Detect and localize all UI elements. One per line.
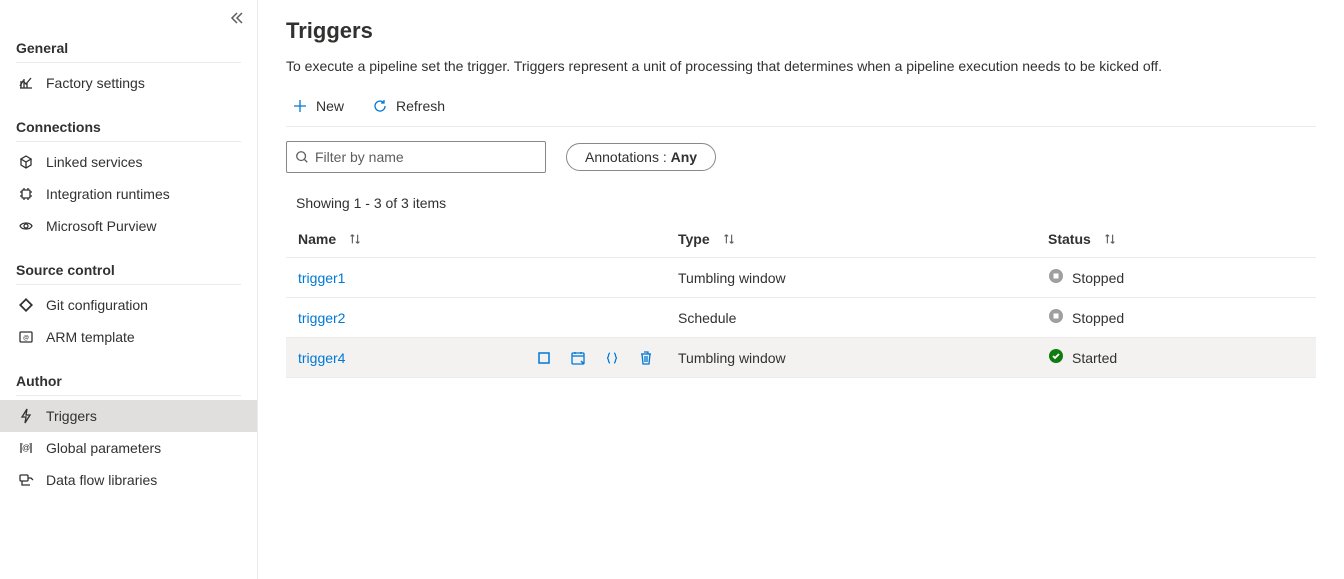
sidebar-item-label: Global parameters — [46, 440, 161, 456]
new-button[interactable]: New — [286, 94, 350, 118]
sort-icon — [722, 232, 736, 246]
sidebar-heading-general: General — [16, 40, 241, 56]
filter-input[interactable] — [315, 149, 537, 165]
sidebar-item-factory-settings[interactable]: Factory settings — [0, 67, 257, 99]
bolt-icon — [16, 408, 36, 424]
type-cell: Tumbling window — [678, 270, 1048, 286]
collapse-sidebar-icon[interactable] — [229, 10, 245, 29]
page-title: Triggers — [286, 18, 1316, 44]
refresh-button[interactable]: Refresh — [366, 94, 451, 118]
main-content: Triggers To execute a pipeline set the t… — [258, 0, 1344, 579]
column-header-type[interactable]: Type — [678, 231, 1048, 247]
sidebar-item-label: Triggers — [46, 408, 97, 424]
svg-text:@: @ — [22, 444, 30, 453]
type-cell: Tumbling window — [678, 350, 1048, 366]
toolbar: New Refresh — [286, 94, 1316, 118]
annotations-label: Annotations : — [585, 149, 671, 165]
column-header-status[interactable]: Status — [1048, 231, 1304, 247]
sidebar-heading-author: Author — [16, 373, 241, 389]
sidebar-item-global-parameters[interactable]: @ Global parameters — [0, 432, 257, 464]
trigger-name-link[interactable]: trigger4 — [298, 350, 345, 366]
stopped-icon — [1048, 268, 1064, 287]
showing-text: Showing 1 - 3 of 3 items — [286, 195, 1316, 211]
sidebar-item-label: Integration runtimes — [46, 186, 170, 202]
column-label: Status — [1048, 231, 1091, 247]
svg-text:@: @ — [23, 336, 29, 342]
delete-icon[interactable] — [638, 350, 654, 366]
status-cell: Stopped — [1048, 268, 1304, 287]
type-cell: Schedule — [678, 310, 1048, 326]
row-actions — [536, 350, 654, 366]
schedule-icon[interactable] — [570, 350, 586, 366]
arm-icon: @ — [16, 329, 36, 345]
status-cell: Stopped — [1048, 308, 1304, 327]
chart-icon — [16, 75, 36, 91]
sidebar-item-git-configuration[interactable]: Git configuration — [0, 289, 257, 321]
table-row[interactable]: trigger2 ScheduleStopped — [286, 298, 1316, 338]
divider — [16, 62, 241, 63]
plus-icon — [292, 98, 308, 114]
sort-icon — [348, 232, 362, 246]
divider — [16, 141, 241, 142]
runtime-icon — [16, 186, 36, 202]
annotations-value: Any — [671, 149, 697, 165]
stop-icon[interactable] — [536, 350, 552, 366]
annotations-filter[interactable]: Annotations : Any — [566, 143, 716, 171]
table-header: Name Type Status — [286, 221, 1316, 258]
page-description: To execute a pipeline set the trigger. T… — [286, 58, 1316, 74]
sidebar-item-microsoft-purview[interactable]: Microsoft Purview — [0, 210, 257, 242]
column-label: Name — [298, 231, 336, 247]
trigger-name-link[interactable]: trigger1 — [298, 270, 345, 286]
table-row[interactable]: trigger1 Tumbling windowStopped — [286, 258, 1316, 298]
trigger-name-link[interactable]: trigger2 — [298, 310, 345, 326]
eye-icon — [16, 218, 36, 234]
table-body: trigger1Tumbling windowStoppedtrigger2Sc… — [286, 258, 1316, 378]
button-label: New — [316, 98, 344, 114]
sidebar-item-data-flow-libraries[interactable]: Data flow libraries — [0, 464, 257, 496]
sidebar-item-label: Data flow libraries — [46, 472, 157, 488]
filter-box[interactable] — [286, 141, 546, 173]
dataflow-icon — [16, 472, 36, 488]
sidebar-item-label: ARM template — [46, 329, 135, 345]
sidebar-item-label: Microsoft Purview — [46, 218, 156, 234]
filter-row: Annotations : Any — [286, 141, 1316, 173]
sidebar-item-integration-runtimes[interactable]: Integration runtimes — [0, 178, 257, 210]
sidebar-item-triggers[interactable]: Triggers — [0, 400, 257, 432]
started-icon — [1048, 348, 1064, 367]
status-cell: Started — [1048, 348, 1304, 367]
sidebar-heading-connections: Connections — [16, 119, 241, 135]
divider — [16, 284, 241, 285]
column-label: Type — [678, 231, 710, 247]
sidebar-item-linked-services[interactable]: Linked services — [0, 146, 257, 178]
git-icon — [16, 297, 36, 313]
cube-link-icon — [16, 154, 36, 170]
sidebar-item-label: Git configuration — [46, 297, 148, 313]
column-header-name[interactable]: Name — [298, 231, 678, 247]
button-label: Refresh — [396, 98, 445, 114]
refresh-icon — [372, 98, 388, 114]
table-row[interactable]: trigger4 Tumbling windowStarted — [286, 338, 1316, 378]
search-icon — [295, 150, 309, 164]
sort-icon — [1103, 232, 1117, 246]
code-icon[interactable] — [604, 350, 620, 366]
sidebar-heading-source-control: Source control — [16, 262, 241, 278]
sidebar-item-label: Factory settings — [46, 75, 145, 91]
sidebar-item-arm-template[interactable]: @ ARM template — [0, 321, 257, 353]
sidebar: General Factory settings Connections Lin… — [0, 0, 258, 579]
stopped-icon — [1048, 308, 1064, 327]
params-icon: @ — [16, 440, 36, 456]
divider — [16, 395, 241, 396]
sidebar-item-label: Linked services — [46, 154, 143, 170]
divider — [286, 126, 1316, 127]
